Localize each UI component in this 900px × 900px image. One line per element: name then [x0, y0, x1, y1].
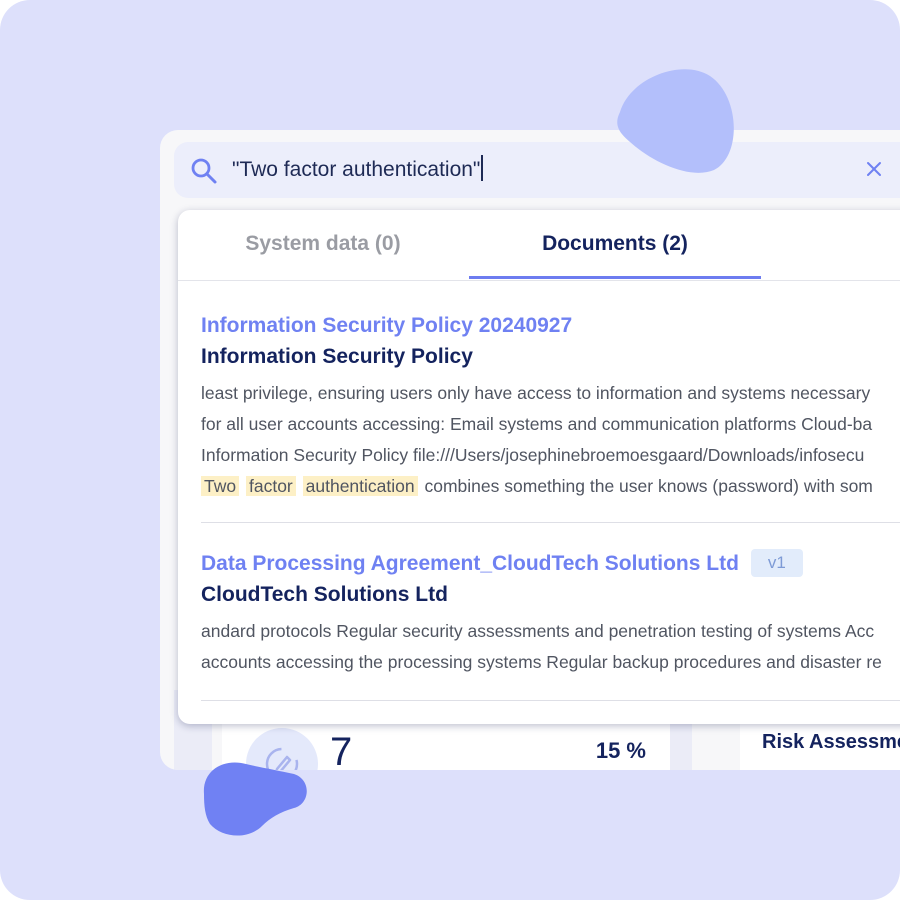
results-tabs: System data (0) Documents (2)	[178, 210, 900, 281]
result-link[interactable]: Data Processing Agreement_CloudTech Solu…	[201, 548, 739, 580]
search-highlight: Two	[201, 476, 240, 496]
search-input-value: "Two factor authentication"	[232, 158, 481, 181]
text-cursor	[481, 155, 484, 182]
search-highlight: factor	[245, 476, 296, 496]
active-tab-indicator	[469, 276, 761, 279]
snippet-line: andard protocols Regular security assess…	[201, 621, 875, 641]
canvas: 7 15 % Risk Assessme "Two factor authent…	[0, 0, 900, 900]
version-badge: v1	[750, 549, 803, 577]
search-results-dropdown: System data (0) Documents (2) Informatio…	[178, 210, 900, 724]
metric-count: 7	[330, 730, 353, 770]
search-result[interactable]: Data Processing Agreement_CloudTech Solu…	[201, 548, 900, 678]
result-snippet: andard protocols Regular security assess…	[201, 616, 900, 678]
snippet-tail: combines something the user knows (passw…	[424, 476, 873, 496]
tab-documents[interactable]: Documents (2)	[469, 210, 761, 278]
decorative-blob	[617, 69, 734, 173]
tab-system-data[interactable]: System data (0)	[178, 210, 468, 278]
snippet-line: least privilege, ensuring users only hav…	[201, 383, 871, 403]
snippet-line: Two factor authentication combines somet…	[201, 471, 900, 502]
search-result[interactable]: Information Security Policy 20240927 Inf…	[201, 310, 900, 502]
result-snippet: least privilege, ensuring users only hav…	[201, 378, 900, 502]
metric-percent: 15 %	[595, 738, 646, 763]
risk-assessment-title: Risk Assessme	[762, 731, 900, 753]
search-input[interactable]: "Two factor authentication"	[232, 155, 832, 184]
search-icon	[191, 158, 217, 184]
result-link[interactable]: Information Security Policy 20240927	[201, 310, 572, 342]
decorative-blob	[203, 762, 307, 836]
divider	[201, 700, 900, 701]
snippet-line: for all user accounts accessing: Email s…	[201, 414, 873, 434]
search-highlight: authentication	[302, 476, 418, 496]
result-title: Information Security Policy	[201, 345, 473, 368]
snippet-line: accounts accessing the processing system…	[201, 652, 882, 672]
divider	[201, 522, 900, 523]
snippet-line: Information Security Policy file:///User…	[201, 445, 865, 465]
close-icon[interactable]	[864, 159, 884, 179]
search-bar[interactable]: "Two factor authentication"	[174, 142, 900, 198]
result-title: CloudTech Solutions Ltd	[201, 583, 448, 606]
